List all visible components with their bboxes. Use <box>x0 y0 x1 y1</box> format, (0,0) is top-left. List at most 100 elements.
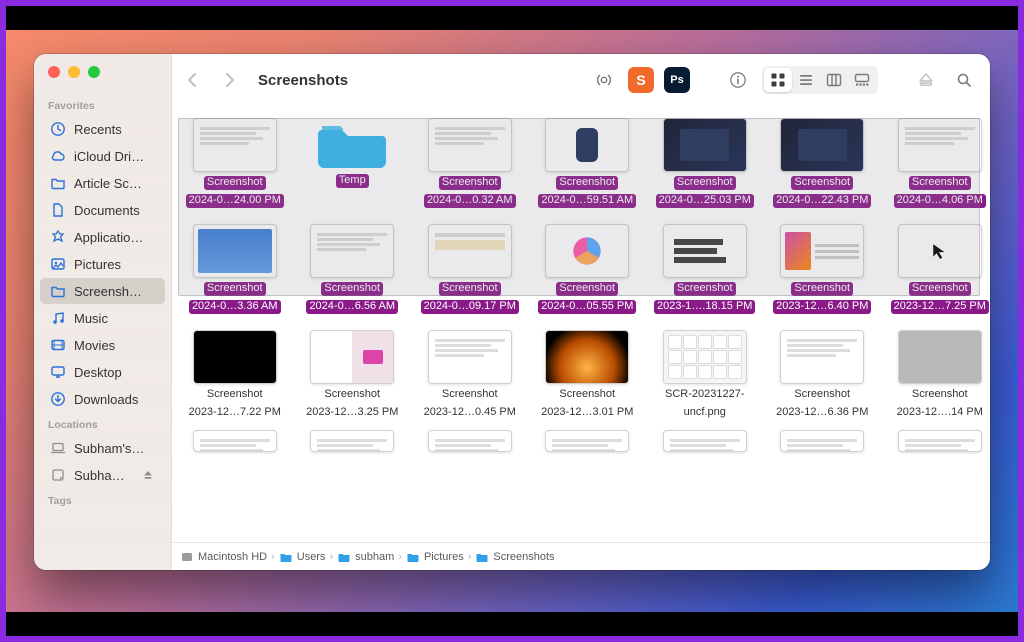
sidebar-section-label: Locations <box>34 413 171 435</box>
eject-button[interactable] <box>912 68 940 92</box>
path-segment[interactable]: Pictures <box>406 550 464 564</box>
sidebar-item[interactable]: Screensh… <box>40 278 165 304</box>
sidebar-item[interactable]: Subham's… <box>40 435 165 461</box>
sidebar-item[interactable]: Recents <box>40 116 165 142</box>
folder-icon <box>50 283 66 299</box>
thumbnail <box>898 430 982 452</box>
file-item[interactable]: Screenshot2023-12….14 PM <box>883 330 990 424</box>
sidebar-item-label: Subha… <box>74 468 135 483</box>
sidebar-item[interactable]: Documents <box>40 197 165 223</box>
file-item[interactable]: Screenshot2024-0…05.55 PM <box>531 224 645 318</box>
thumbnail <box>780 118 864 172</box>
app-badge-2[interactable]: Ps <box>664 67 690 93</box>
forward-button[interactable] <box>216 68 244 92</box>
sidebar-item[interactable]: Pictures <box>40 251 165 277</box>
sidebar-item[interactable]: Article Sc… <box>40 170 165 196</box>
file-label: Screenshot2023-12…6.36 PM <box>773 388 871 424</box>
file-item[interactable]: Screenshot2024-0…6.56 AM <box>296 224 410 318</box>
music-icon <box>50 310 66 326</box>
file-label: Screenshot2024-0…0.32 AM <box>424 176 516 212</box>
file-label: Screenshot2024-0…24.00 PM <box>186 176 284 212</box>
minimize-button[interactable] <box>68 66 80 78</box>
view-mode-group <box>762 66 878 94</box>
window-controls <box>34 66 171 94</box>
file-item[interactable]: Screenshot2023-1….18.15 PM <box>648 224 762 318</box>
file-item[interactable] <box>648 430 762 456</box>
sidebar-section-label: Favorites <box>34 94 171 116</box>
file-item[interactable]: Screenshot2024-0…0.32 AM <box>413 118 527 212</box>
gallery-view-button[interactable] <box>848 68 876 92</box>
file-item[interactable] <box>178 430 292 456</box>
search-button[interactable] <box>950 68 978 92</box>
sidebar: Favorites Recents iCloud Dri… Article Sc… <box>34 54 172 570</box>
path-segment[interactable]: Screenshots <box>475 550 554 564</box>
sidebar-item[interactable]: Music <box>40 305 165 331</box>
file-item[interactable] <box>296 430 410 456</box>
file-grid-area[interactable]: Screenshot2024-0…24.00 PMTempScreenshot2… <box>172 106 990 542</box>
file-item[interactable]: Screenshot2024-0…22.43 PM <box>766 118 880 212</box>
sidebar-item[interactable]: Movies <box>40 332 165 358</box>
file-item[interactable] <box>531 430 645 456</box>
path-label: Macintosh HD <box>198 551 267 563</box>
sidebar-item[interactable]: Desktop <box>40 359 165 385</box>
file-item[interactable]: SCR-20231227-uncf.png <box>648 330 762 424</box>
sidebar-item[interactable]: Applicatio… <box>40 224 165 250</box>
sidebar-item-label: Music <box>74 311 155 326</box>
file-label: Screenshot2023-12…7.22 PM <box>186 388 284 424</box>
file-item[interactable]: Screenshot2024-0…4.06 PM <box>883 118 990 212</box>
file-item[interactable]: Screenshot2023-12…0.45 PM <box>413 330 527 424</box>
back-button[interactable] <box>178 68 206 92</box>
laptop-icon <box>50 440 66 456</box>
path-segment[interactable]: subham <box>337 550 394 564</box>
thumbnail <box>663 430 747 452</box>
path-label: Users <box>297 551 326 563</box>
folder-item[interactable]: Temp <box>296 118 410 212</box>
file-item[interactable]: Screenshot2024-0…24.00 PM <box>178 118 292 212</box>
file-item[interactable]: Screenshot2023-12…3.01 PM <box>531 330 645 424</box>
file-item[interactable]: Screenshot2024-0…09.17 PM <box>413 224 527 318</box>
file-item[interactable]: Screenshot2023-12…7.22 PM <box>178 330 292 424</box>
thumbnail <box>780 330 864 384</box>
file-item[interactable]: Screenshot2023-12…7.25 PM <box>883 224 990 318</box>
sidebar-item-label: Article Sc… <box>74 176 155 191</box>
file-label: Screenshot2023-12…3.01 PM <box>538 388 636 424</box>
file-item[interactable]: Screenshot2023-12…3.25 PM <box>296 330 410 424</box>
icon-view-button[interactable] <box>764 68 792 92</box>
sidebar-item-label: Downloads <box>74 392 155 407</box>
file-label: Screenshot2024-0…22.43 PM <box>773 176 871 212</box>
path-separator: › <box>329 551 333 563</box>
file-label: Screenshot2023-12…0.45 PM <box>421 388 519 424</box>
path-separator: › <box>271 551 275 563</box>
sidebar-item[interactable]: Subha… <box>40 462 165 488</box>
list-view-button[interactable] <box>792 68 820 92</box>
file-item[interactable]: Screenshot2024-0…3.36 AM <box>178 224 292 318</box>
path-separator: › <box>398 551 402 563</box>
thumbnail <box>545 330 629 384</box>
airdrop-icon[interactable] <box>590 68 618 92</box>
file-label: Screenshot2023-1….18.15 PM <box>654 282 755 318</box>
path-segment[interactable]: Users <box>279 550 326 564</box>
column-view-button[interactable] <box>820 68 848 92</box>
file-item[interactable] <box>413 430 527 456</box>
file-item[interactable] <box>766 430 880 456</box>
eject-icon[interactable] <box>143 470 155 480</box>
close-button[interactable] <box>48 66 60 78</box>
picture-icon <box>50 256 66 272</box>
sidebar-item[interactable]: Downloads <box>40 386 165 412</box>
file-item[interactable]: Screenshot2024-0…59.51 AM <box>531 118 645 212</box>
app-badge-1[interactable]: S <box>628 67 654 93</box>
file-label: SCR-20231227-uncf.png <box>662 388 748 424</box>
sidebar-item[interactable]: iCloud Dri… <box>40 143 165 169</box>
doc-icon <box>50 202 66 218</box>
sidebar-item-label: Documents <box>74 203 155 218</box>
info-button[interactable] <box>724 68 752 92</box>
path-label: subham <box>355 551 394 563</box>
file-item[interactable]: Screenshot2023-12…6.36 PM <box>766 330 880 424</box>
file-item[interactable]: Screenshot2023-12…6.40 PM <box>766 224 880 318</box>
file-item[interactable]: Screenshot2024-0…25.03 PM <box>648 118 762 212</box>
download-icon <box>50 391 66 407</box>
fullscreen-button[interactable] <box>88 66 100 78</box>
path-segment[interactable]: Macintosh HD <box>180 550 267 564</box>
finder-window: Favorites Recents iCloud Dri… Article Sc… <box>34 54 990 570</box>
file-item[interactable] <box>883 430 990 456</box>
